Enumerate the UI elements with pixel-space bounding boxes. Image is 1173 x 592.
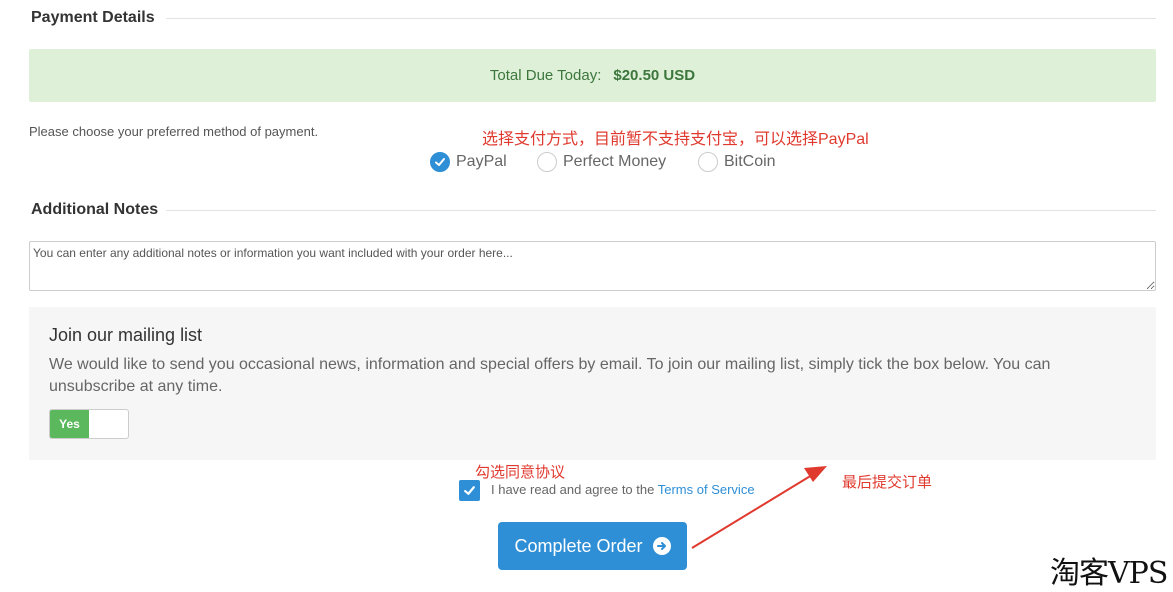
payment-details-heading: Payment Details	[31, 9, 155, 26]
radio-perfect-money[interactable]: Perfect Money	[537, 152, 666, 172]
radio-bitcoin-label: BitCoin	[724, 153, 776, 170]
checkmark-icon	[464, 486, 475, 495]
payment-method-help: Please choose your preferred method of p…	[29, 124, 319, 139]
payment-details-divider	[166, 18, 1156, 19]
complete-order-button[interactable]: Complete Order	[498, 522, 687, 570]
mailing-list-description: We would like to send you occasional new…	[49, 356, 1051, 395]
annotation-arrow-icon	[691, 466, 827, 549]
additional-notes-heading: Additional Notes	[31, 201, 159, 218]
total-due-banner: Total Due Today: $20.50 USD	[29, 49, 1156, 102]
radio-paypal-label: PayPal	[456, 153, 507, 170]
total-due-label: Total Due Today:	[489, 67, 602, 84]
arrow-circle-right-icon	[652, 537, 671, 555]
payment-hint-annotation: 选择支付方式，目前暂不支持支付宝，可以选择PayPal	[482, 131, 869, 148]
toggle-on-label: Yes	[50, 410, 89, 438]
watermark-text: 淘客VPS	[1050, 556, 1168, 591]
radio-perfect-money-label: Perfect Money	[563, 153, 667, 170]
terms-agreement-label: I have read and agree to the	[491, 482, 655, 497]
additional-notes-textarea[interactable]	[29, 241, 1156, 291]
submit-hint-annotation: 最后提交订单	[842, 474, 933, 491]
mailing-list-toggle[interactable]: Yes	[49, 409, 129, 439]
mailing-list-title: Join our mailing list	[49, 325, 203, 345]
radio-checked-icon	[430, 152, 450, 172]
radio-unchecked-icon	[537, 152, 557, 172]
terms-hint-annotation: 勾选同意协议	[475, 464, 566, 481]
total-due-amount: $20.50 USD	[613, 67, 696, 84]
terms-checkbox[interactable]	[459, 480, 480, 501]
additional-notes-divider	[166, 210, 1156, 211]
radio-bitcoin[interactable]: BitCoin	[698, 152, 776, 172]
complete-order-label: Complete Order	[514, 535, 643, 556]
radio-unchecked-icon	[698, 152, 718, 172]
radio-paypal[interactable]: PayPal	[430, 152, 507, 172]
